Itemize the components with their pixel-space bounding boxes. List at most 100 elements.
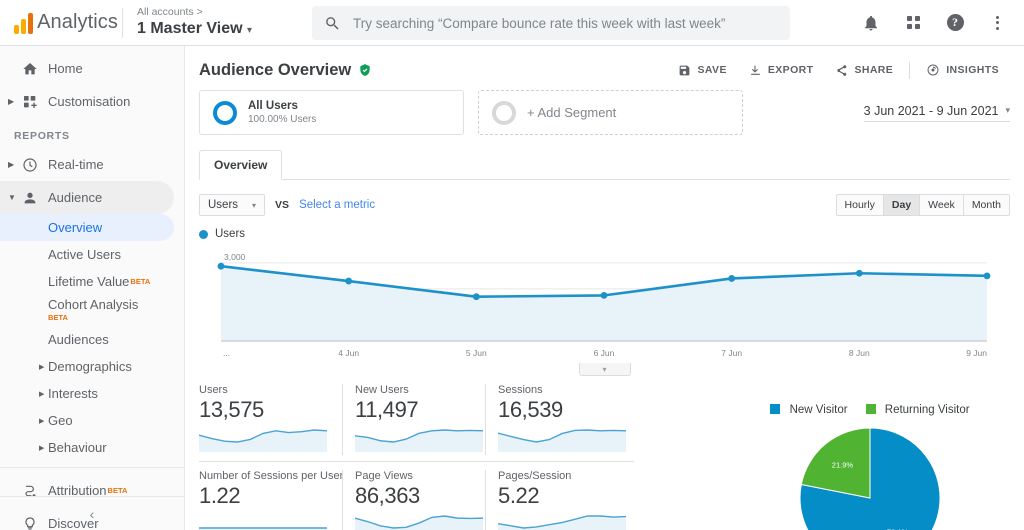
pie-chart-svg: 78.1%21.9% [799,427,941,530]
legend-color-swatch [199,229,208,239]
metric-value: 13,575 [199,397,264,422]
date-range-selector[interactable]: 3 Jun 2021 - 9 Jun 2021 ▾ [863,103,1010,122]
granularity-week[interactable]: Week [920,195,964,215]
insights-icon [927,64,939,76]
metric-value: 5.22 [498,483,540,508]
sidebar-item-real-time[interactable]: ▶ Real-time [0,148,174,181]
chart-collapse-button[interactable]: ▾ [578,363,631,376]
sidebar-item-behaviour[interactable]: ▶ Behaviour [0,434,174,461]
metric-card-new-users[interactable]: New Users 11,497 [342,384,485,455]
bell-icon [865,15,877,30]
top-bar: Analytics All accounts > 1 Master View ▾… [0,0,1024,46]
metric-card-users[interactable]: Users 13,575 [198,384,342,455]
help-icon: ? [946,14,964,31]
chevron-right-icon: ▶ [39,390,45,398]
search-area [312,6,790,40]
legend-color-swatch [865,404,876,414]
share-button[interactable]: SHARE [824,64,904,77]
metric-card-sessions-per-user[interactable]: Number of Sessions per User 1.22 [199,470,344,530]
sidebar-item-audience[interactable]: ▼ Audience [0,181,174,214]
metric-label: Pages/Session [498,470,572,482]
chevron-right-icon: ▶ [8,97,15,106]
date-range-value: 3 Jun 2021 - 9 Jun 2021 [863,103,999,118]
pie-legend-returning-visitor[interactable]: Returning Visitor [865,404,970,416]
line-chart-svg: 1,0002,0003,000...4 Jun5 Jun6 Jun7 Jun8 … [217,252,991,358]
granularity-month[interactable]: Month [963,195,1009,215]
pie-chart[interactable]: 78.1%21.9% [730,424,1010,530]
users-line-chart[interactable]: 1,0002,0003,000...4 Jun5 Jun6 Jun7 Jun8 … [199,245,1010,363]
granularity-day[interactable]: Day [883,195,921,215]
search-input[interactable] [353,15,778,31]
sidebar-item-demographics[interactable]: ▶ Demographics [0,353,174,380]
apps-button[interactable] [896,6,930,40]
sidebar-item-active-users[interactable]: Active Users [0,241,174,268]
legend-color-swatch [770,404,781,414]
svg-text:6 Jun: 6 Jun [594,348,615,358]
metric-card-sessions[interactable]: Sessions 16,539 [485,384,628,455]
metric-value: 16,539 [498,397,563,422]
search-box[interactable] [312,6,790,40]
page-title: Audience Overview [199,60,352,79]
divider [0,467,184,468]
pie-legend: New Visitor Returning Visitor [730,404,1010,416]
person-icon [22,190,48,206]
chevron-down-icon: ▾ [247,25,253,37]
top-icon-group: ? [854,6,1014,40]
divider [199,461,634,462]
sidebar-subitem-label: Audiences [48,332,109,347]
chevron-right-icon: ▶ [39,363,45,371]
granularity-hourly[interactable]: Hourly [836,195,884,215]
more-options-icon [995,15,999,30]
insights-button[interactable]: INSIGHTS [915,63,1010,77]
metric-selector-row: Users ▾ VS Select a metric Hourly Day We… [199,193,1010,217]
sidebar-item-audiences[interactable]: Audiences [0,326,174,353]
svg-text:...: ... [223,348,230,358]
svg-text:21.9%: 21.9% [832,460,854,469]
add-segment-button[interactable]: + Add Segment [478,90,743,135]
segment-name: All Users [248,99,298,112]
export-icon [751,65,760,75]
primary-metric-dropdown[interactable]: Users ▾ [199,194,266,216]
tab-overview[interactable]: Overview [199,150,283,180]
svg-text:7 Jun: 7 Jun [721,348,742,358]
view-name-label: 1 Master View [137,20,243,38]
select-a-metric-link[interactable]: Select a metric [299,199,375,211]
sidebar-item-geo[interactable]: ▶ Geo [0,407,174,434]
share-icon [837,64,847,76]
beta-badge: BETA [130,277,151,286]
more-options-button[interactable] [980,6,1014,40]
help-button[interactable]: ? [938,6,972,40]
export-button[interactable]: EXPORT [738,64,825,77]
metric-card-page-views[interactable]: Page Views 86,363 [342,470,485,530]
sparkline [199,512,334,530]
sidebar-item-customisation[interactable]: ▶ Customisation [0,85,174,118]
notifications-button[interactable] [854,6,888,40]
sidebar-item-overview[interactable]: Overview [0,214,174,241]
page-header: Audience Overview SAVE EXPORT SHARE INSI… [199,46,1010,88]
account-breadcrumb: All accounts > [137,5,203,18]
view-name[interactable]: 1 Master View ▾ [137,20,252,38]
svg-text:3,000: 3,000 [224,252,246,262]
divider [122,7,123,38]
metric-card-pages-session[interactable]: Pages/Session 5.22 [485,470,628,530]
sidebar-section-reports: REPORTS [14,130,70,142]
pie-legend-new-visitor[interactable]: New Visitor [770,404,848,416]
tab-label: Overview [214,158,268,172]
insights-label: INSIGHTS [946,64,999,76]
sidebar-item-lifetime-value[interactable]: Lifetime Value BETA [0,268,174,295]
segment-ring-icon [213,100,237,125]
sidebar-collapse-button[interactable]: ‹ [0,496,184,530]
brand-area[interactable]: Analytics [0,11,118,34]
chevron-right-icon: ▶ [39,417,45,425]
sidebar-item-cohort-analysis[interactable]: Cohort Analysis BETA [0,295,174,326]
metric-label: Number of Sessions per User [199,470,344,482]
sidebar-item-home[interactable]: Home [0,52,174,85]
save-button[interactable]: SAVE [667,64,737,77]
segment-bar: All Users 100.00% Users + Add Segment 3 … [199,90,1010,135]
metric-label: Sessions [498,384,543,396]
analytics-logo-icon [14,12,33,34]
segment-all-users[interactable]: All Users 100.00% Users [199,90,464,135]
sidebar-item-interests[interactable]: ▶ Interests [0,380,174,407]
account-selector[interactable]: All accounts > 1 Master View ▾ [137,5,252,38]
segment-ring-icon [492,100,516,125]
